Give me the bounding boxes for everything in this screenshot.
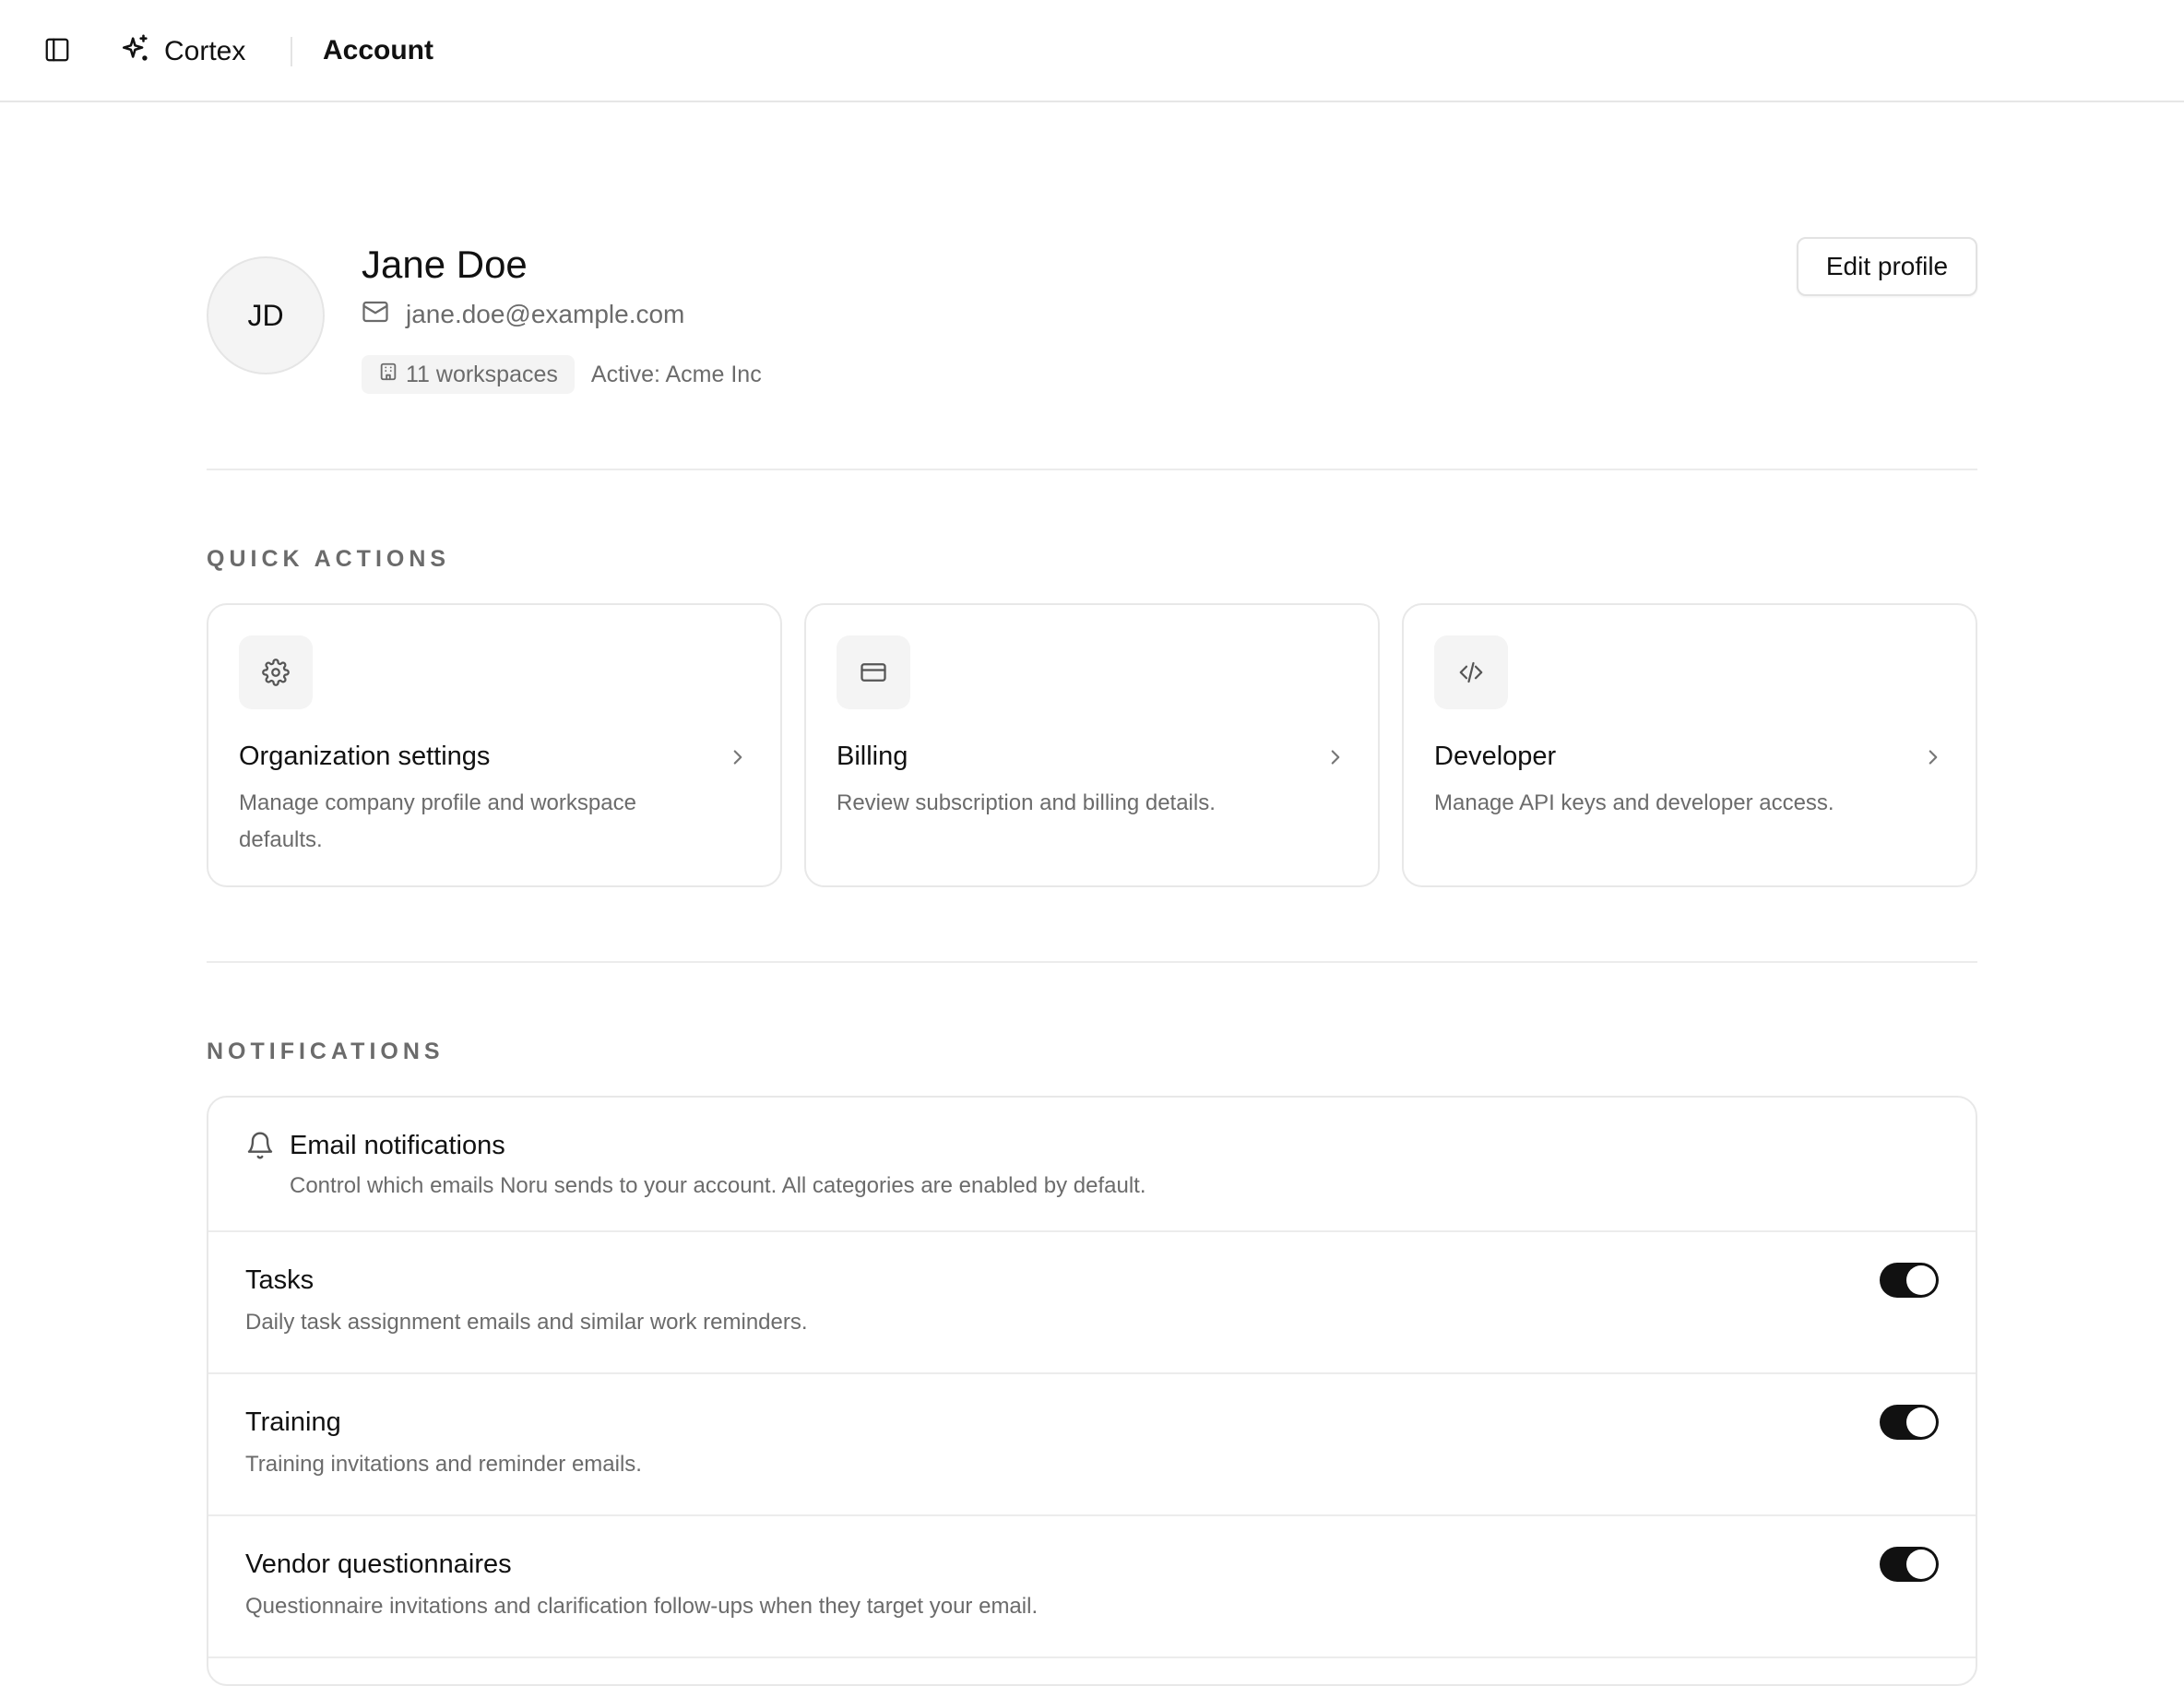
top-bar: Cortex Account (0, 0, 2184, 102)
profile-name: Jane Doe (362, 243, 528, 286)
card-developer[interactable]: Developer Manage API keys and developer … (1402, 603, 1977, 887)
avatar: JD (207, 256, 325, 374)
topbar-divider (291, 37, 292, 66)
profile-header: JD Jane Doe jane.doe@example.com 11 work… (207, 235, 1977, 470)
email-text: jane.doe@example.com (406, 299, 685, 328)
toggle-knob (1906, 1549, 1936, 1579)
card-billing[interactable]: Billing Review subscription and billing … (804, 603, 1380, 887)
row-title: Vendor questionnaires (245, 1549, 512, 1579)
card-description: Review subscription and billing details. (837, 790, 1216, 815)
row-description: Daily task assignment emails and similar… (245, 1310, 808, 1335)
sparkles-icon (120, 33, 151, 69)
brand-name: Cortex (164, 35, 246, 66)
edit-profile-button[interactable]: Edit profile (1797, 237, 1977, 296)
vendor-questionnaires-toggle[interactable] (1880, 1547, 1939, 1582)
toggle-knob (1906, 1407, 1936, 1437)
notification-row-tasks: Tasks Daily task assignment emails and s… (208, 1232, 1976, 1374)
card-title: Developer (1434, 742, 1557, 771)
toggle-knob (1906, 1265, 1936, 1295)
quick-actions-title: QUICK ACTIONS (207, 546, 451, 572)
card-title: Billing (837, 742, 908, 771)
row-title: Training (245, 1407, 341, 1437)
chevron-right-icon (726, 745, 750, 774)
brand-link[interactable]: Cortex (120, 33, 245, 69)
card-description: Manage company profile and workspace def… (239, 790, 636, 852)
row-title: Tasks (245, 1265, 315, 1295)
notifications-panel: Email notifications Control which emails… (207, 1096, 1977, 1686)
chevron-right-icon (1323, 745, 1347, 774)
mail-icon (362, 298, 389, 330)
workspaces-badge: 11 workspaces (362, 355, 575, 394)
page-title: Account (323, 35, 433, 65)
notification-row-vendor-questionnaires: Vendor questionnaires Questionnaire invi… (208, 1516, 1976, 1658)
gear-icon (239, 635, 313, 709)
building-icon (378, 362, 398, 388)
email-notifications-title: Email notifications (290, 1131, 505, 1160)
email-notifications-description: Control which emails Noru sends to your … (290, 1173, 1146, 1198)
tasks-toggle[interactable] (1880, 1263, 1939, 1298)
code-icon (1434, 635, 1508, 709)
notifications-header: Email notifications Control which emails… (208, 1098, 1976, 1232)
card-description: Manage API keys and developer access. (1434, 790, 1834, 815)
notification-row-training: Training Training invitations and remind… (208, 1374, 1976, 1516)
credit-card-icon (837, 635, 910, 709)
workspaces-count: 11 workspaces (406, 361, 558, 387)
active-workspace: Active: Acme Inc (590, 361, 762, 387)
training-toggle[interactable] (1880, 1405, 1939, 1440)
row-description: Questionnaire invitations and clarificat… (245, 1594, 1039, 1619)
chevron-right-icon (1921, 745, 1945, 774)
profile-email: jane.doe@example.com (362, 298, 684, 330)
bell-icon (245, 1131, 275, 1165)
sidebar-toggle-icon[interactable] (43, 36, 75, 67)
card-organization-settings[interactable]: Organization settings Manage company pro… (207, 603, 782, 887)
divider (207, 469, 1977, 470)
row-description: Training invitations and reminder emails… (245, 1452, 642, 1477)
divider (207, 961, 1977, 963)
card-title: Organization settings (239, 742, 491, 771)
profile-meta: 11 workspaces Active: Acme Inc (362, 355, 762, 394)
notifications-title: NOTIFICATIONS (207, 1039, 445, 1064)
